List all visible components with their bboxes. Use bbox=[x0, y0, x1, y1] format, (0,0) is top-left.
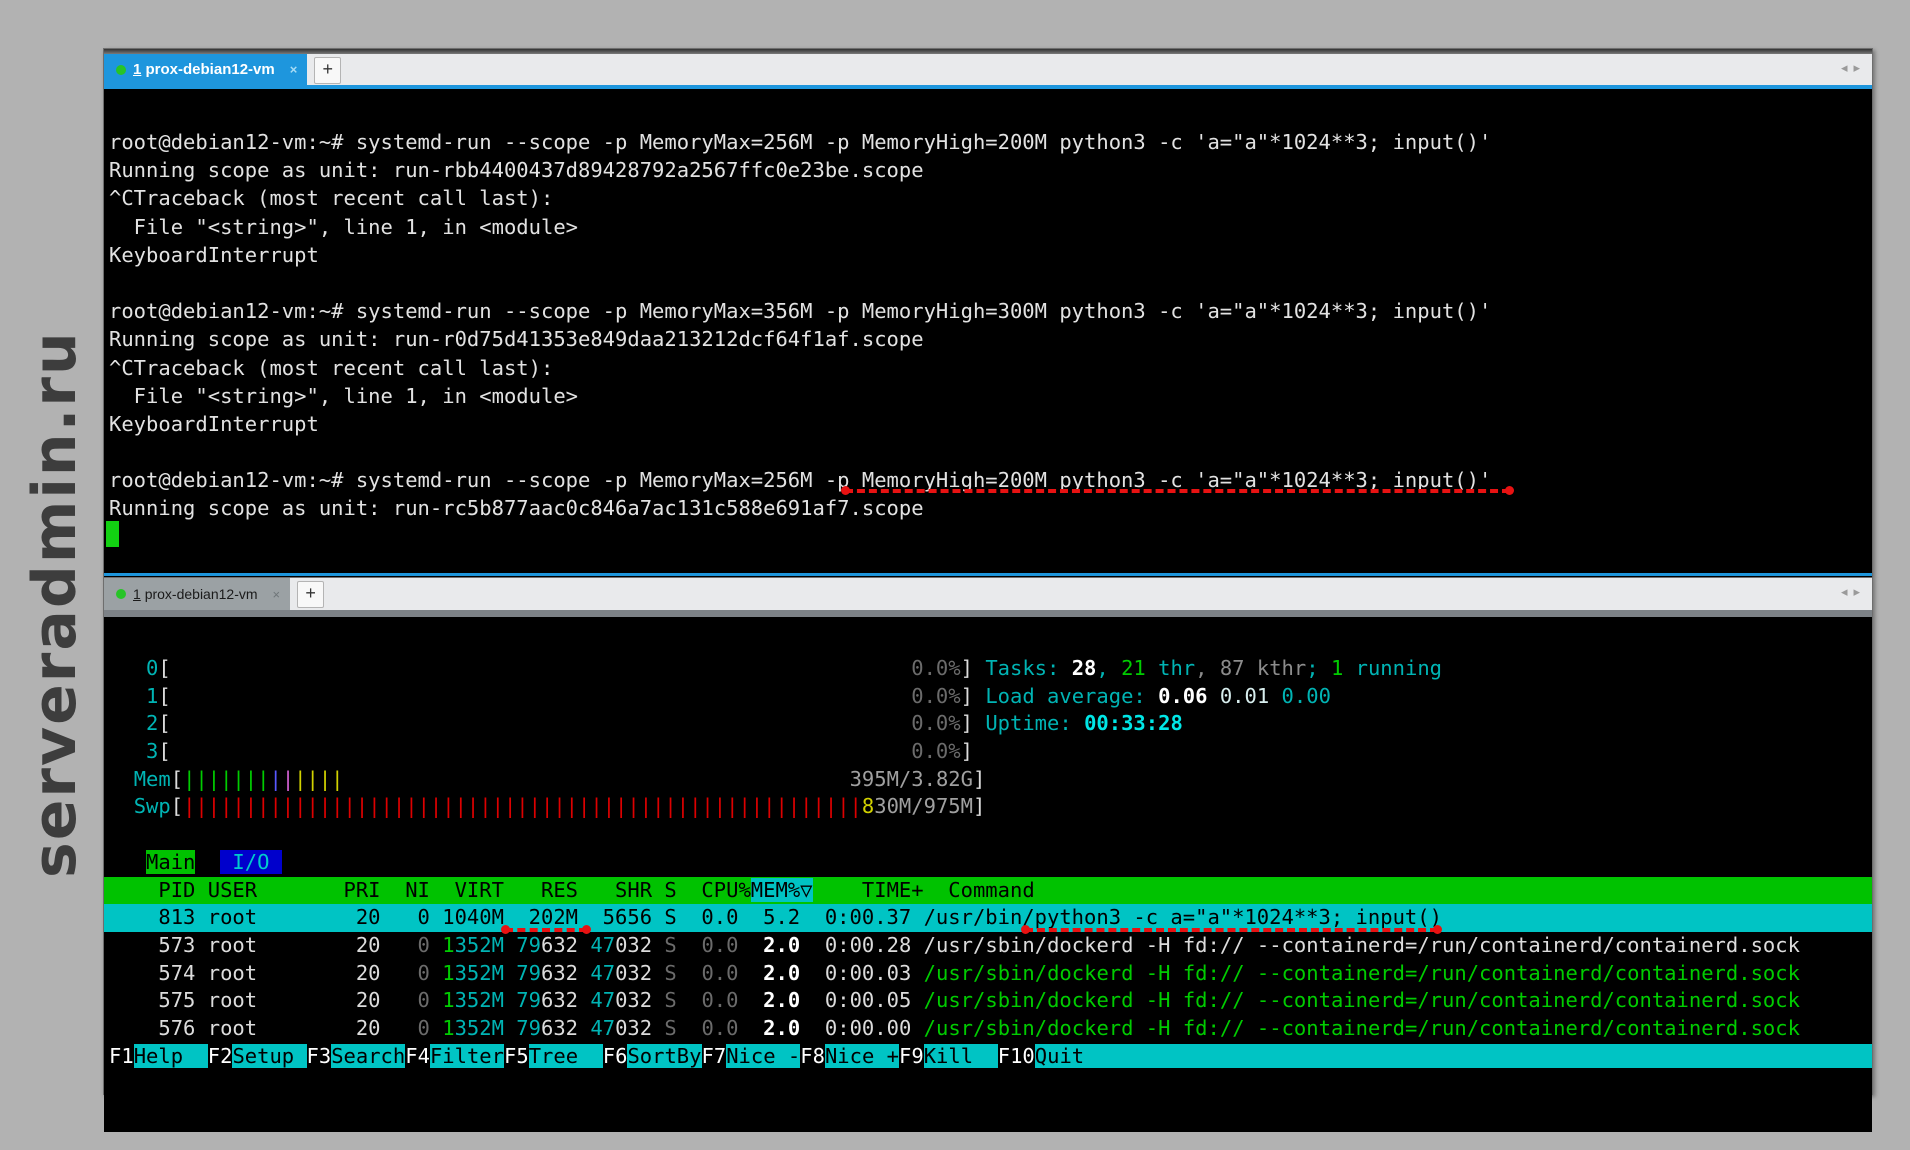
terminal-line: root@debian12-vm:~# systemd-run --scope … bbox=[104, 297, 1872, 325]
terminal-line: ^CTraceback (most recent call last): bbox=[104, 184, 1872, 212]
annotation-dashed-underline-command bbox=[845, 489, 1510, 493]
tab-close-icon[interactable]: × bbox=[273, 587, 281, 602]
annotation-dashed-underline-res bbox=[505, 928, 587, 932]
terminal-line bbox=[104, 269, 1872, 297]
terminal-line: KeyboardInterrupt bbox=[104, 410, 1872, 438]
terminal-line: root@debian12-vm:~# systemd-run --scope … bbox=[104, 128, 1872, 156]
new-tab-button[interactable]: + bbox=[297, 581, 324, 608]
tab-label: 1 prox-debian12-vm bbox=[133, 586, 258, 602]
terminal-line: Running scope as unit: run-rbb4400437d89… bbox=[104, 156, 1872, 184]
terminal-window-inactive: 1 prox-debian12-vm × + ◂▸ 0[ 0.0%] Tasks… bbox=[103, 577, 1873, 1095]
process-row[interactable]: 576 root 20 0 1352M 79632 47032 S 0.0 2.… bbox=[104, 1015, 1872, 1043]
cpu-meter-0: 0[ 0.0%] Tasks: 28, 21 thr, 87 kthr; 1 r… bbox=[104, 655, 1872, 683]
tab-scroll-arrows[interactable]: ◂▸ bbox=[1841, 60, 1866, 76]
terminal-line: File "<string>", line 1, in <module> bbox=[104, 213, 1872, 241]
swap-meter: Swp[||||||||||||||||||||||||||||||||||||… bbox=[104, 793, 1872, 821]
terminal-line: File "<string>", line 1, in <module> bbox=[104, 382, 1872, 410]
terminal-line: ^CTraceback (most recent call last): bbox=[104, 354, 1872, 382]
blank-line bbox=[104, 821, 1872, 849]
process-row-selected[interactable]: 813 root 20 0 1040M 202M 5656 S 0.0 5.2 … bbox=[104, 904, 1872, 932]
scroll-left-icon[interactable]: ◂ bbox=[1841, 60, 1854, 75]
process-row[interactable]: 573 root 20 0 1352M 79632 47032 S 0.0 2.… bbox=[104, 932, 1872, 960]
htop-function-bar[interactable]: F1Help F2Setup F3SearchF4FilterF5Tree F6… bbox=[104, 1043, 1872, 1071]
tab-prox-debian12-vm-2[interactable]: 1 prox-debian12-vm × bbox=[104, 578, 290, 610]
terminal-line: Running scope as unit: run-rc5b877aac0c8… bbox=[104, 494, 1872, 522]
tab-close-icon[interactable]: × bbox=[290, 62, 298, 77]
terminal-line bbox=[104, 438, 1872, 466]
active-accent-stripe-bottom bbox=[104, 573, 1872, 576]
cpu-meter-1: 1[ 0.0%] Load average: 0.06 0.01 0.00 bbox=[104, 683, 1872, 711]
tab-number: 1 bbox=[133, 61, 141, 78]
tab-label: 1 prox-debian12-vm bbox=[133, 61, 275, 78]
scroll-right-icon[interactable]: ▸ bbox=[1853, 60, 1866, 75]
screen-tabs[interactable]: Main I/O bbox=[104, 849, 1872, 877]
tab-prox-debian12-vm[interactable]: 1 prox-debian12-vm × bbox=[104, 54, 307, 85]
tab-bar-bottom: 1 prox-debian12-vm × + ◂▸ bbox=[104, 578, 1872, 610]
terminal-window-active: 1 prox-debian12-vm × + ◂▸ root@debian12-… bbox=[103, 48, 1873, 577]
scroll-right-icon[interactable]: ▸ bbox=[1853, 584, 1866, 599]
tab-title: prox-debian12-vm bbox=[146, 61, 275, 78]
new-tab-button[interactable]: + bbox=[314, 57, 341, 84]
tab-status-dot bbox=[116, 65, 126, 75]
process-row[interactable]: 575 root 20 0 1352M 79632 47032 S 0.0 2.… bbox=[104, 987, 1872, 1015]
scroll-left-icon[interactable]: ◂ bbox=[1841, 584, 1854, 599]
process-table-header[interactable]: PID USER PRI NI VIRT RES SHR S CPU%MEM%▽… bbox=[104, 877, 1872, 905]
tab-title: prox-debian12-vm bbox=[145, 586, 258, 602]
terminal-output[interactable]: root@debian12-vm:~# systemd-run --scope … bbox=[104, 89, 1872, 612]
tab-number: 1 bbox=[133, 586, 141, 602]
cpu-meter-2: 2[ 0.0%] Uptime: 00:33:28 bbox=[104, 710, 1872, 738]
terminal-line: Running scope as unit: run-r0d75d41353e8… bbox=[104, 325, 1872, 353]
annotation-dashed-underline-python bbox=[1025, 928, 1438, 932]
htop-screen[interactable]: 0[ 0.0%] Tasks: 28, 21 thr, 87 kthr; 1 r… bbox=[104, 617, 1872, 1132]
desktop: serveradmin.ru 1 prox-debian12-vm × + ◂▸… bbox=[0, 0, 1910, 1150]
tab-scroll-arrows[interactable]: ◂▸ bbox=[1841, 584, 1866, 600]
tab-status-dot bbox=[116, 589, 126, 599]
tab-bar-top: 1 prox-debian12-vm × + ◂▸ bbox=[104, 54, 1872, 85]
watermark-text: serveradmin.ru bbox=[20, 330, 90, 878]
cpu-meter-3: 3[ 0.0%] bbox=[104, 738, 1872, 766]
terminal-line: KeyboardInterrupt bbox=[104, 241, 1872, 269]
memory-meter: Mem[||||||||||||| 395M/3.82G] bbox=[104, 766, 1872, 794]
process-row[interactable]: 574 root 20 0 1352M 79632 47032 S 0.0 2.… bbox=[104, 960, 1872, 988]
inactive-accent-stripe bbox=[104, 610, 1872, 617]
terminal-cursor bbox=[106, 521, 119, 547]
